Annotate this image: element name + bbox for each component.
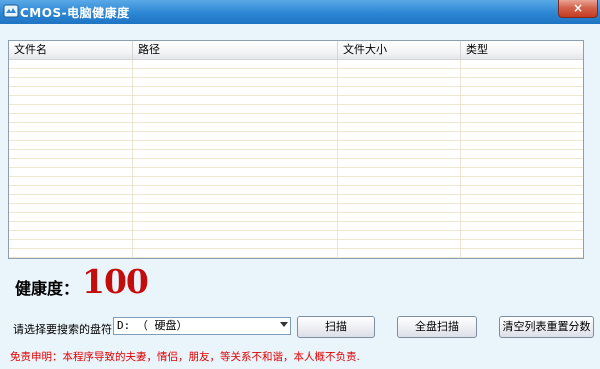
column-divider <box>460 60 461 258</box>
app-icon <box>3 4 19 18</box>
health-label: 健康度： <box>15 279 80 298</box>
close-button[interactable]: × <box>558 0 598 18</box>
column-header-size[interactable]: 文件大小 <box>338 41 461 59</box>
file-list[interactable]: 文件名 路径 文件大小 类型 <box>8 40 584 259</box>
chevron-down-icon[interactable] <box>280 322 288 327</box>
file-list-rows <box>9 60 583 258</box>
column-header-filename[interactable]: 文件名 <box>9 41 133 59</box>
title-bar[interactable]: CMOS-电脑健康度 × <box>0 0 600 24</box>
drive-select[interactable]: D: （ 硬盘） <box>113 317 291 335</box>
column-divider <box>337 60 338 258</box>
column-header-type[interactable]: 类型 <box>461 41 583 59</box>
scan-button[interactable]: 扫描 <box>297 316 375 338</box>
column-divider <box>132 60 133 258</box>
drive-selected-value: D: （ 硬盘） <box>117 319 188 332</box>
disclaimer-text: 免责申明：本程序导致的夫妻，情侣，朋友，等关系不和谐，本人概不负责. <box>10 351 360 363</box>
column-header-path[interactable]: 路径 <box>133 41 338 59</box>
file-list-header: 文件名 路径 文件大小 类型 <box>9 41 583 60</box>
health-score: 100 <box>82 262 149 301</box>
full-scan-button[interactable]: 全盘扫描 <box>397 316 477 338</box>
window-title: CMOS-电脑健康度 <box>20 6 130 20</box>
clear-reset-button[interactable]: 清空列表重置分数 <box>499 316 594 338</box>
drive-prompt: 请选择要搜索的盘符： <box>13 323 123 336</box>
